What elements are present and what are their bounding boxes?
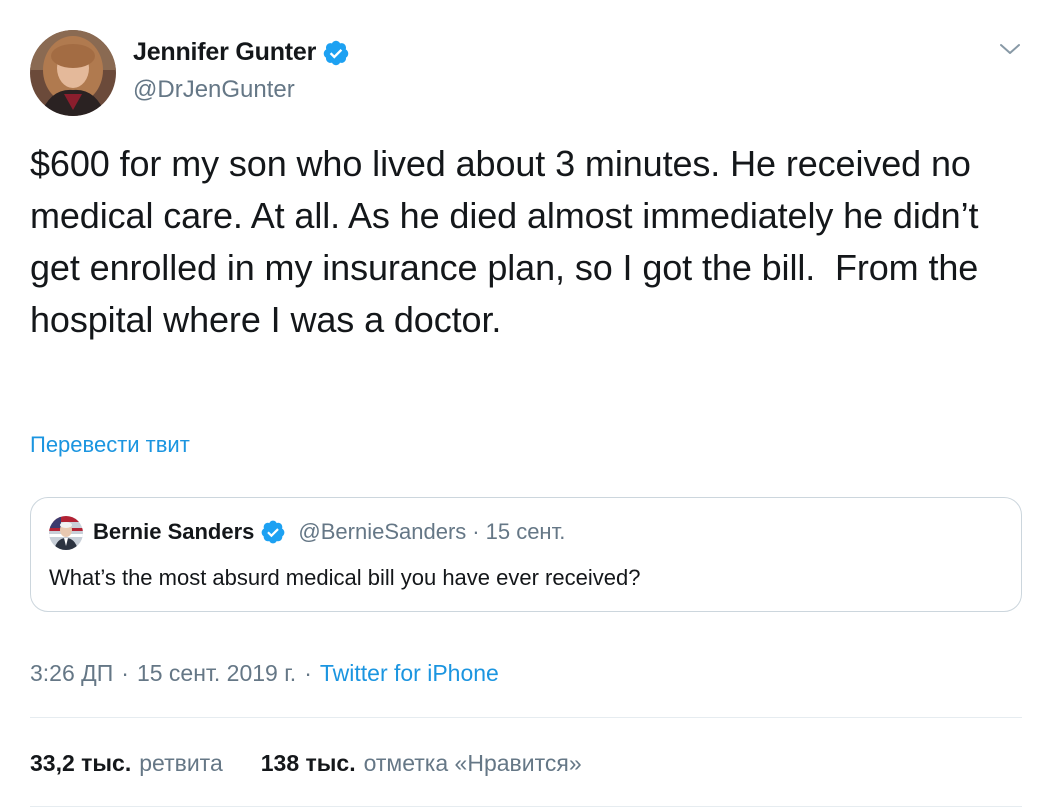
profile-photo-icon	[49, 516, 83, 550]
quoted-tweet-text: What’s the most absurd medical bill you …	[49, 565, 641, 590]
chevron-down-icon[interactable]	[999, 40, 1021, 58]
tweet-meta: 3:26 ДП · 15 сент. 2019 г. · Twitter for…	[30, 660, 499, 687]
tweet-source-link[interactable]: Twitter for iPhone	[320, 660, 499, 687]
verified-badge-icon	[322, 39, 350, 67]
quoted-tweet-date: 15 сент.	[485, 519, 566, 544]
tweet-card: Jennifer Gunter @DrJenGunter $600 for my…	[0, 0, 1051, 810]
likes-stat[interactable]: 138 тыс. отметка «Нравится»	[261, 750, 582, 777]
quoted-author-avatar[interactable]	[49, 516, 83, 550]
tweet-stats: 33,2 тыс. ретвита 138 тыс. отметка «Нрав…	[30, 750, 582, 777]
author-handle[interactable]: @DrJenGunter	[133, 76, 295, 104]
quoted-tweet-header: Bernie Sanders @BernieSanders · 15 сент.	[93, 519, 565, 545]
meta-separator: ·	[121, 660, 129, 686]
author-name[interactable]: Jennifer Gunter	[133, 38, 316, 67]
author-name-row[interactable]: Jennifer Gunter	[133, 38, 350, 67]
divider	[30, 717, 1022, 718]
likes-count: 138 тыс.	[260, 750, 356, 776]
author-avatar[interactable]	[30, 30, 116, 116]
divider	[30, 806, 1022, 807]
quoted-separator: ·	[472, 519, 480, 544]
retweets-stat[interactable]: 33,2 тыс. ретвита	[30, 750, 223, 777]
profile-photo-icon	[30, 30, 116, 116]
quoted-tweet-card[interactable]: Bernie Sanders @BernieSanders · 15 сент.…	[30, 497, 1022, 612]
tweet-date[interactable]: 15 сент. 2019 г.	[137, 660, 296, 687]
translate-tweet-link[interactable]: Перевести твит	[30, 432, 190, 458]
tweet-time[interactable]: 3:26 ДП	[30, 660, 113, 687]
meta-separator: ·	[304, 660, 312, 686]
retweets-label: ретвита	[139, 750, 223, 776]
quoted-author-name: Bernie Sanders	[93, 519, 255, 544]
quoted-author-handle: @BernieSanders	[298, 519, 467, 544]
retweets-count: 33,2 тыс.	[30, 750, 132, 776]
likes-label: отметка «Нравится»	[363, 750, 582, 776]
tweet-text: $600 for my son who lived about 3 minute…	[30, 143, 989, 340]
verified-badge-icon	[260, 519, 286, 545]
